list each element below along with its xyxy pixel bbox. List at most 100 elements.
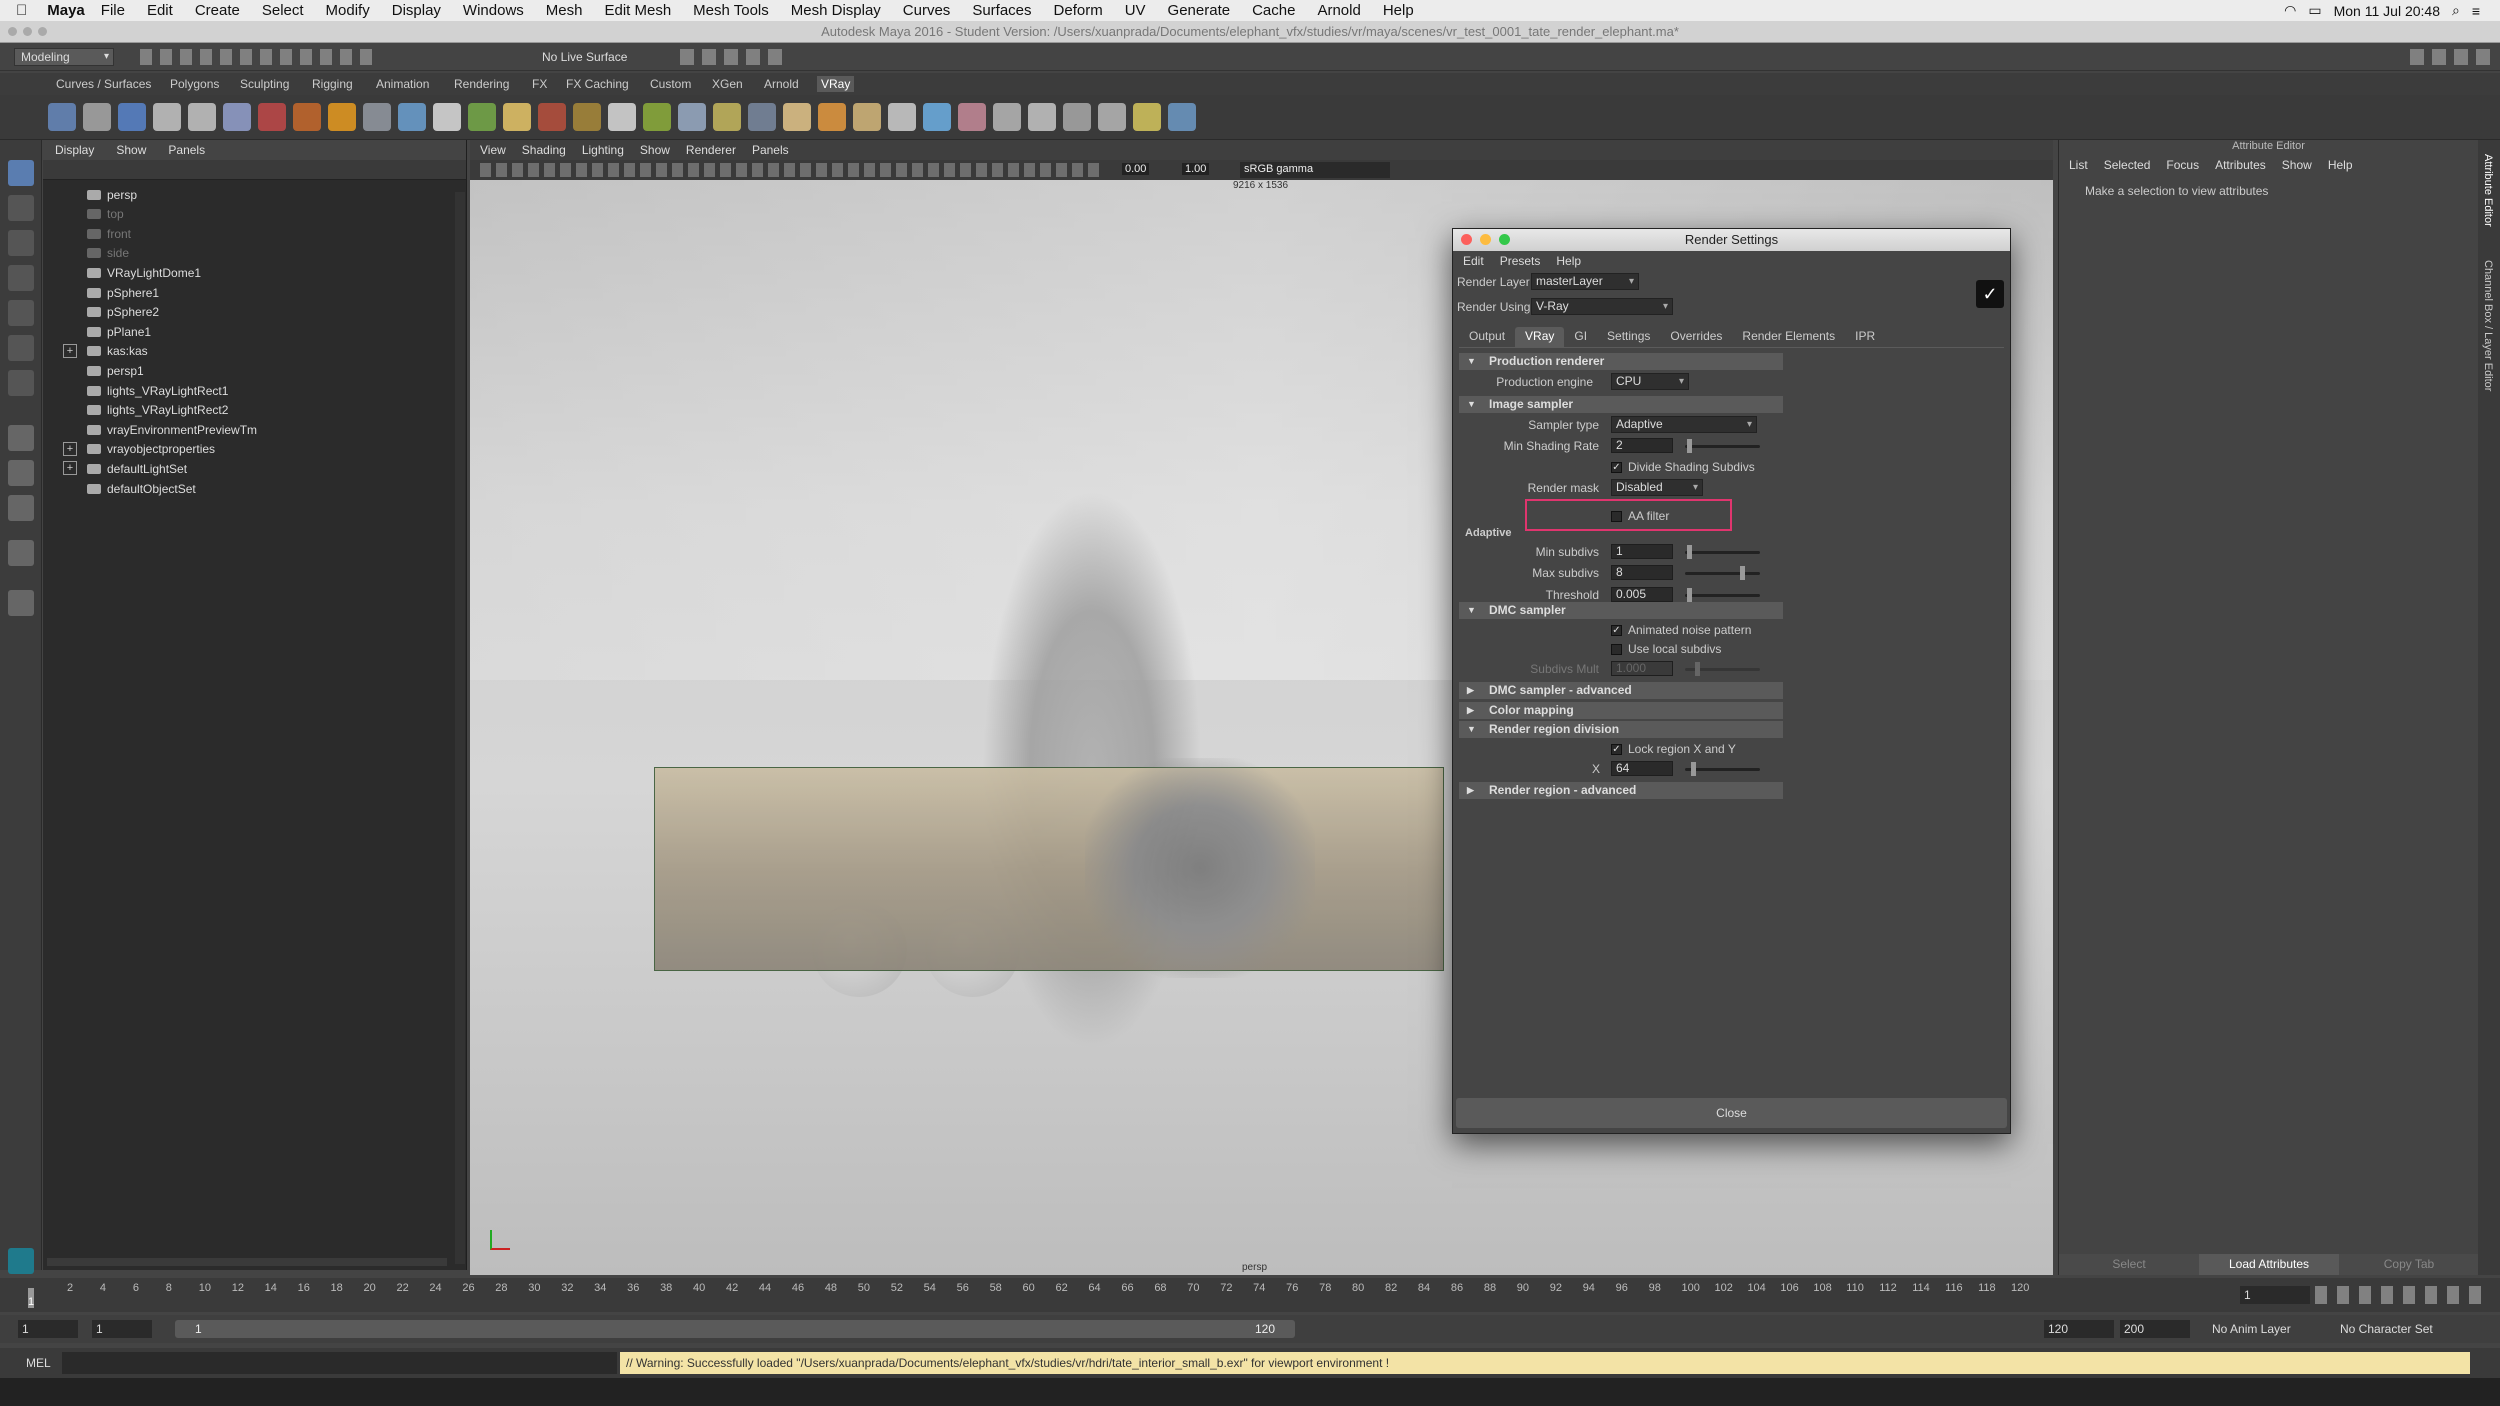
min-shading-rate-field[interactable]: 2 (1611, 438, 1673, 453)
mac-menu-15[interactable]: Generate (1168, 2, 1231, 19)
render-settings-tab-2[interactable]: GI (1564, 327, 1597, 347)
mac-menu-8[interactable]: Edit Mesh (604, 2, 671, 19)
outliner-item[interactable]: vrayEnvironmentPreviewTm (87, 420, 257, 439)
shelf-tool-icon-8[interactable] (328, 103, 356, 131)
mac-menu-9[interactable]: Mesh Tools (693, 2, 769, 19)
render-region-section[interactable]: Render region division (1459, 721, 1783, 738)
load-attributes-button[interactable]: Load Attributes (2199, 1254, 2339, 1275)
mac-menu-6[interactable]: Windows (463, 2, 524, 19)
last-tool-icon[interactable] (8, 370, 34, 396)
shelf-tab-10[interactable]: Arnold (760, 76, 803, 92)
clock[interactable]: Mon 11 Jul 20:48 (2334, 3, 2440, 19)
layout-four-icon[interactable] (8, 460, 34, 486)
graph-layout-icon[interactable] (8, 590, 34, 616)
mac-menu-16[interactable]: Cache (1252, 2, 1295, 19)
time-slider[interactable]: 2 4 6 8 10 12 14 16 18 20 22 24 26 28 30 32 34 36 38 40 42 44… (0, 1278, 2500, 1312)
expand-icon[interactable]: + (63, 441, 77, 456)
color-mapping-section[interactable]: Color mapping (1459, 702, 1783, 719)
outliner-search[interactable] (43, 160, 466, 180)
outliner-item[interactable]: pSphere2 (87, 303, 159, 322)
shelf-tool-icon-18[interactable] (678, 103, 706, 131)
shelf-tab-5[interactable]: Rendering (450, 76, 513, 92)
attribute-menu-2[interactable]: Focus (2166, 158, 2199, 172)
outliner-item[interactable]: side (87, 244, 129, 263)
animated-noise-checkbox[interactable]: ✓ Animated noise pattern (1611, 623, 1751, 637)
production-engine-dropdown[interactable]: CPU (1611, 373, 1689, 390)
region-x-field[interactable]: 64 (1611, 761, 1673, 776)
outliner-item[interactable]: pPlane1 (87, 322, 151, 341)
anim-layer-dropdown[interactable]: No Anim Layer (2212, 1322, 2291, 1336)
shelf-tool-icon-12[interactable] (468, 103, 496, 131)
playback-controls[interactable] (2315, 1286, 2490, 1304)
max-subdivs-slider[interactable] (1685, 566, 1760, 580)
shelf-tool-icon-5[interactable] (223, 103, 251, 131)
shelf-tool-icon-6[interactable] (258, 103, 286, 131)
layout-two-icon[interactable] (8, 495, 34, 521)
render-region-advanced-section[interactable]: Render region - advanced (1459, 782, 1783, 799)
render-tools[interactable] (680, 49, 790, 65)
spotlight-icon[interactable]: ⌕ (2452, 2, 2460, 19)
apple-icon[interactable]:  (16, 2, 27, 19)
shelf-tab-1[interactable]: Polygons (166, 76, 223, 92)
shelf-tab-7[interactable]: FX Caching (562, 76, 633, 92)
attribute-menu-1[interactable]: Selected (2104, 158, 2151, 172)
shelf-tab-9[interactable]: XGen (708, 76, 747, 92)
outliner-item[interactable]: lights_VRayLightRect2 (87, 401, 228, 420)
wifi-icon[interactable]: ◠ (2284, 2, 2296, 19)
move-tool-icon[interactable] (8, 265, 34, 291)
shelf-tab-6[interactable]: FX (528, 76, 551, 92)
mac-menu-7[interactable]: Mesh (546, 2, 583, 19)
shelf-tool-icon-3[interactable] (153, 103, 181, 131)
shelf-tool-icon-0[interactable] (48, 103, 76, 131)
mode-dropdown[interactable]: Modeling (14, 48, 114, 66)
outliner-hscroll[interactable] (47, 1258, 447, 1266)
local-subdivs-checkbox[interactable]: Use local subdivs (1611, 642, 1721, 656)
shelf-tool-icon-7[interactable] (293, 103, 321, 131)
image-sampler-section[interactable]: Image sampler (1459, 396, 1783, 413)
outliner-item[interactable]: top (87, 205, 124, 224)
outliner-item[interactable]: vrayobjectproperties (87, 440, 215, 459)
exposure-field[interactable]: 0.00 (1122, 163, 1150, 175)
mac-menu-12[interactable]: Surfaces (972, 2, 1031, 19)
range-bar[interactable]: 1 120 (175, 1320, 1295, 1338)
minimize-dot-icon[interactable] (1480, 234, 1491, 245)
mac-menu-10[interactable]: Mesh Display (791, 2, 881, 19)
shelf-tool-icon-11[interactable] (433, 103, 461, 131)
shelf-tab-2[interactable]: Sculpting (236, 76, 293, 92)
render-settings-menu-0[interactable]: Edit (1463, 254, 1484, 268)
shelf-tool-icon-21[interactable] (783, 103, 811, 131)
render-settings-tab-1[interactable]: VRay (1515, 327, 1565, 347)
mac-menu-4[interactable]: Modify (326, 2, 370, 19)
shelf-tool-icon-17[interactable] (643, 103, 671, 131)
mac-menu-18[interactable]: Help (1383, 2, 1414, 19)
window-controls[interactable] (8, 27, 47, 36)
app-menu[interactable]: Maya (47, 2, 85, 19)
production-renderer-section[interactable]: Production renderer (1459, 353, 1783, 370)
outliner-item[interactable]: persp1 (87, 361, 144, 380)
viewport-tool-icons[interactable] (480, 163, 1100, 177)
shelf-tool-icon-15[interactable] (573, 103, 601, 131)
render-settings-tab-4[interactable]: Overrides (1660, 327, 1732, 347)
shelf-tool-icon-13[interactable] (503, 103, 531, 131)
shelf-tool-icon-16[interactable] (608, 103, 636, 131)
shelf-tool-icon-9[interactable] (363, 103, 391, 131)
min-subdivs-field[interactable]: 1 (1611, 544, 1673, 559)
character-set-dropdown[interactable]: No Character Set (2340, 1322, 2433, 1336)
paint-tool-icon[interactable] (8, 230, 34, 256)
subdivs-mult-slider[interactable] (1685, 662, 1760, 676)
threshold-slider[interactable] (1685, 588, 1760, 602)
outliner-item[interactable]: lights_VRayLightRect1 (87, 381, 228, 400)
lock-region-checkbox[interactable]: ✓ Lock region X and Y (1611, 742, 1736, 756)
shelf-tool-icon-30[interactable] (1098, 103, 1126, 131)
mac-menu-5[interactable]: Display (392, 2, 441, 19)
shelf-tool-icon-28[interactable] (1028, 103, 1056, 131)
render-settings-menu-2[interactable]: Help (1556, 254, 1581, 268)
start-time-field[interactable]: 1 (18, 1320, 78, 1338)
command-input[interactable] (62, 1352, 617, 1374)
shelf-tool-icon-1[interactable] (83, 103, 111, 131)
render-settings-tab-3[interactable]: Settings (1597, 327, 1660, 347)
attribute-menu-4[interactable]: Show (2282, 158, 2312, 172)
mac-menu-1[interactable]: Edit (147, 2, 173, 19)
side-tab-channel-box[interactable]: Channel Box / Layer Editor (2482, 260, 2494, 391)
shelf-tool-icon-4[interactable] (188, 103, 216, 131)
